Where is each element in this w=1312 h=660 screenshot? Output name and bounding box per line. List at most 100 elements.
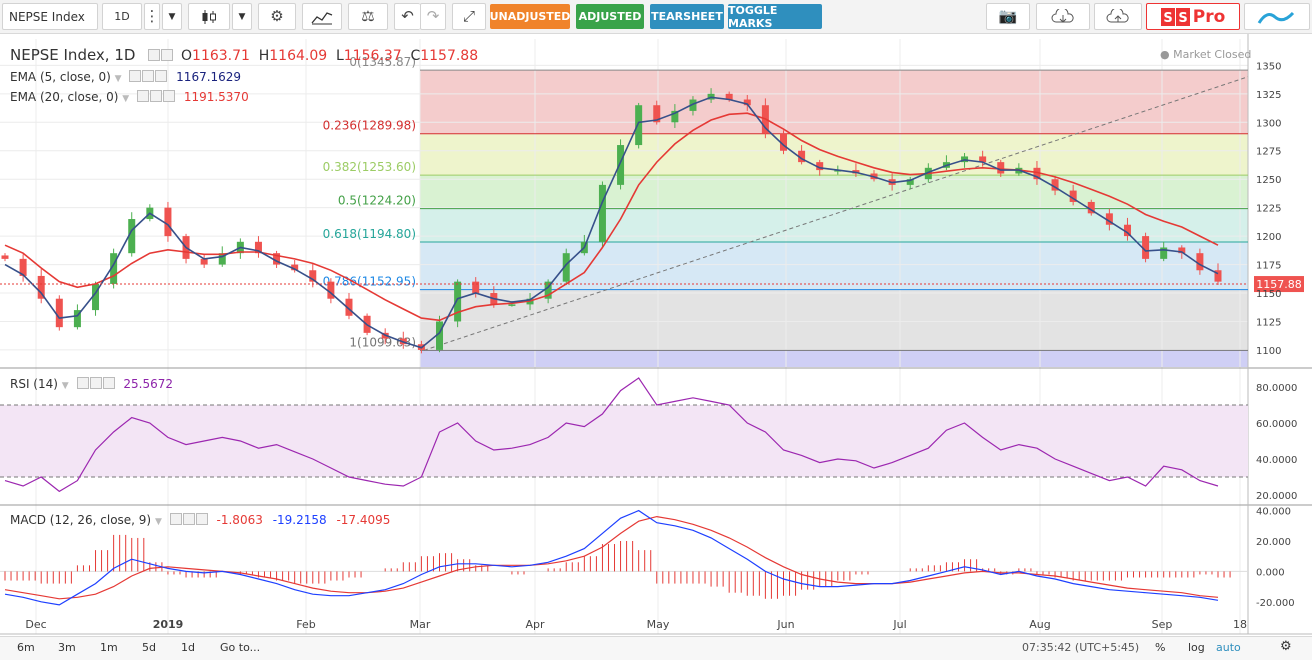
time-axis: Dec 2019 Feb Mar Apr May Jun Jul Aug Sep 18 (25, 618, 1247, 631)
price-tick-label: 1275 (1256, 147, 1281, 158)
log-toggle[interactable]: log (1188, 641, 1205, 654)
fullscreen-icon[interactable]: ⤢ (452, 3, 486, 30)
goto-button[interactable]: Go to... (220, 641, 260, 654)
time-tick-label: 2019 (153, 618, 184, 631)
close-value: 1157.88 (420, 48, 479, 64)
candles-icon[interactable] (188, 3, 230, 30)
settings-icon[interactable] (161, 49, 174, 61)
fib-label: 0.5(1224.20) (338, 194, 416, 208)
candle-body (55, 298, 63, 328)
ema20-value: 1191.5370 (183, 90, 249, 104)
time-tick-label: Jul (892, 618, 906, 631)
macd-tick-label: -20.000 (1256, 598, 1295, 609)
candle-body (997, 162, 1005, 174)
price-tick-label: 1350 (1256, 61, 1281, 72)
ema20-label: EMA (20, close, 0) (10, 90, 119, 104)
fib-zone (420, 175, 1248, 209)
fibonacci-labels: 0(1345.87)0.236(1289.98)0.382(1253.60)0.… (323, 55, 416, 349)
settings-icon[interactable] (142, 70, 155, 82)
close-label: C (410, 48, 421, 64)
bottom-toolbar: 6m 3m 1m 5d 1d Go to... 07:35:42 (UTC+5:45) … (0, 636, 1312, 660)
rsi-tick-label: 80.0000 (1256, 383, 1297, 394)
chevron-down-icon[interactable]: ▼ (162, 3, 182, 30)
tearsheet-button[interactable]: TEARSHEET (650, 4, 724, 29)
cloud-upload-icon[interactable] (1094, 3, 1142, 30)
range-button-1m[interactable]: 1m (100, 641, 118, 654)
fib-label: 0.236(1289.98) (323, 119, 416, 133)
fib-label: 0.618(1194.80) (323, 227, 416, 241)
macd-signal-value: -17.4095 (336, 513, 391, 527)
range-button-3m[interactable]: 3m (58, 641, 76, 654)
settings-icon[interactable] (89, 377, 102, 389)
open-value: 1163.71 (192, 48, 250, 64)
time-tick-label: May (647, 618, 670, 631)
auto-toggle[interactable]: auto (1216, 641, 1241, 654)
logo-mark: SS (1160, 7, 1190, 26)
chart-area[interactable]: 0(1345.87)0.236(1289.98)0.382(1253.60)0.… (0, 34, 1312, 636)
interval-button[interactable]: 1D (102, 3, 142, 30)
visibility-icon[interactable] (76, 377, 89, 389)
close-icon[interactable] (155, 70, 168, 82)
market-status-text: Market Closed (1173, 48, 1252, 61)
indicators-svg (311, 11, 333, 24)
close-icon[interactable] (195, 513, 208, 525)
time-tick-label: Apr (525, 618, 545, 631)
settings-icon[interactable] (182, 513, 195, 525)
visibility-icon[interactable] (136, 90, 149, 102)
rsi-label: RSI (14) (10, 377, 58, 391)
toggle-marks-button[interactable]: TOGGLE MARKS (728, 4, 822, 30)
range-button-6m[interactable]: 6m (17, 641, 35, 654)
settings-icon[interactable] (149, 90, 162, 102)
compare-icon[interactable]: ⚖ (348, 3, 388, 30)
rsi-tick-label: 60.0000 (1256, 419, 1297, 430)
cloud-up-svg (1106, 8, 1129, 22)
price-tick-label: 1100 (1256, 346, 1281, 357)
symbol-search[interactable]: NEPSE Index (2, 3, 98, 30)
visibility-icon[interactable] (169, 513, 182, 525)
redo-icon[interactable]: ↷ (420, 3, 446, 30)
high-value: 1164.09 (269, 48, 328, 64)
adjusted-button[interactable]: ADJUSTED (576, 4, 644, 29)
high-label: H (258, 48, 270, 64)
undo-icon[interactable]: ↶ (394, 3, 420, 30)
app-logo-icon[interactable] (1244, 3, 1310, 30)
ema5-value: 1167.1629 (176, 70, 242, 84)
open-label: O (181, 48, 193, 64)
close-icon[interactable] (102, 377, 115, 389)
candle-body (1196, 253, 1204, 271)
visibility-icon[interactable] (148, 49, 161, 61)
percent-toggle[interactable]: % (1155, 641, 1165, 654)
macd-tick-label: 20.000 (1256, 537, 1291, 548)
price-tick-label: 1250 (1256, 175, 1281, 186)
price-tick-label: 1325 (1256, 90, 1281, 101)
gear-icon[interactable]: ⚙ (1280, 639, 1292, 654)
chevron-down-icon[interactable]: ▼ (232, 3, 252, 30)
price-tick-label: 1200 (1256, 232, 1281, 243)
price-axis: 1100 1125 1150 1175 1200 1225 1250 1275 1300 1325… (1256, 61, 1281, 357)
cloud-down-svg (1051, 8, 1074, 23)
rsi-band (0, 405, 1248, 477)
cloud-download-icon[interactable] (1036, 3, 1090, 30)
time-tick-label: Jun (776, 618, 794, 631)
indicators-icon[interactable] (302, 3, 342, 30)
time-tick-label: Dec (25, 618, 46, 631)
visibility-icon[interactable] (129, 70, 142, 82)
more-icon[interactable]: ⋮ (144, 3, 160, 30)
macd-signal-line (4, 515, 1219, 600)
camera-icon[interactable]: 📷 (986, 3, 1030, 30)
wave-logo (1257, 11, 1295, 24)
clock: 07:35:42 (UTC+5:45) (1022, 641, 1140, 654)
close-icon[interactable] (162, 90, 175, 102)
gear-icon[interactable]: ⚙ (258, 3, 296, 30)
price-tick-label: 1300 (1256, 118, 1281, 129)
svg-text:S: S (1178, 11, 1187, 26)
macd-tick-label: 0.000 (1256, 567, 1285, 578)
range-button-1d[interactable]: 1d (181, 641, 195, 654)
ema5-legend: EMA (5, close, 0) ▼ 1167.1629 (10, 70, 242, 84)
time-tick-label: Mar (410, 618, 431, 631)
range-button-5d[interactable]: 5d (142, 641, 156, 654)
ema20-legend: EMA (20, close, 0) ▼ 1191.5370 (10, 90, 249, 104)
unadjusted-button[interactable]: UNADJUSTED (490, 4, 570, 29)
time-tick-label: Sep (1152, 618, 1173, 631)
rsi-legend: RSI (14) ▼ 25.5672 (10, 377, 173, 391)
